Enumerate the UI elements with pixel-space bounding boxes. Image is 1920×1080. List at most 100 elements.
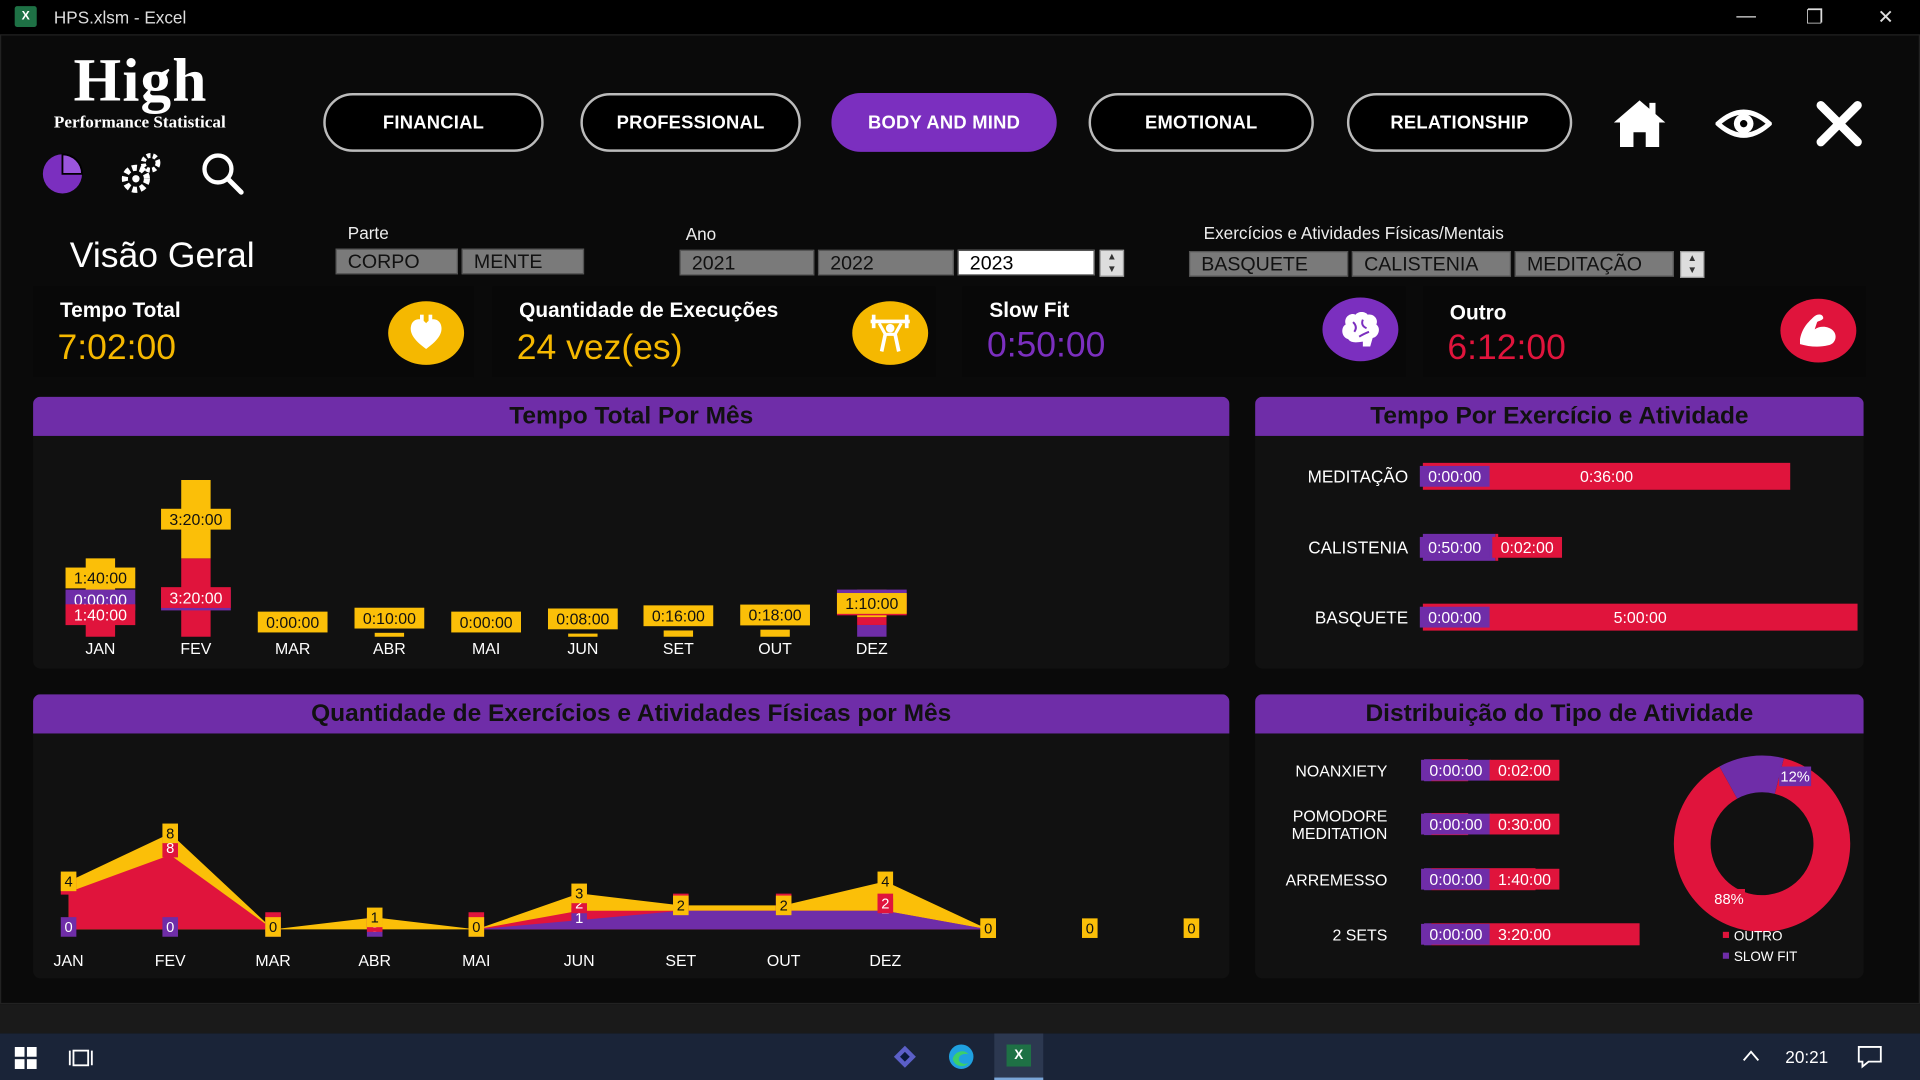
data-label: 0:00:00 [1429, 927, 1482, 944]
data-label: 1:10:00 [845, 596, 898, 613]
slicer-meditacao[interactable]: MEDITAÇÃO [1514, 251, 1674, 277]
y-tick-label: NOANXIETY [1295, 763, 1387, 780]
y-tick-label: 2 SETS [1333, 927, 1388, 944]
kpi-value: 6:12:00 [1447, 328, 1566, 368]
nav-emotional-button[interactable]: EMOTIONAL [1088, 93, 1314, 152]
x-tick-label: OUT [758, 641, 792, 658]
kpi-outro: Outro 6:12:00 [1422, 286, 1867, 378]
data-label: 0:00:00 [460, 615, 513, 632]
home-icon[interactable] [1611, 96, 1667, 152]
close-window-button[interactable]: ✕ [1851, 0, 1920, 34]
minimize-button[interactable]: — [1712, 0, 1781, 34]
clock-time[interactable]: 20:21 [1785, 1047, 1828, 1067]
slicer-ano-2021[interactable]: 2021 [679, 249, 815, 276]
close-icon[interactable] [1811, 96, 1867, 152]
data-label: 3:20:00 [1498, 927, 1551, 944]
panel-distribuicao: Distribuição do Tipo de Atividade NOANXI… [1255, 694, 1864, 979]
x-tick-label: OUT [767, 953, 801, 970]
excel-taskbar-button[interactable]: X [994, 1033, 1044, 1080]
sheet-bottom-bar [0, 1004, 1920, 1034]
kpi-quantidade-execucoes: Quantidade de Execuções 24 vez(es) [492, 286, 936, 378]
parte-label: Parte [347, 222, 389, 243]
x-tick-label: SET [665, 953, 696, 970]
excel-taskbar-icon: X [1006, 1044, 1032, 1067]
data-label: 0 [1086, 921, 1094, 937]
data-label: 0:08:00 [556, 612, 609, 629]
x-tick-label: JAN [54, 953, 84, 970]
y-tick-label: CALISTENIA [1308, 537, 1409, 557]
data-label: 3 [575, 887, 583, 903]
data-label: 0:00:00 [266, 615, 319, 632]
x-tick-label: JUN [564, 953, 595, 970]
bar-segment [760, 629, 790, 637]
tempo-exercicio-chart: MEDITAÇÃO CALISTENIA BASQUETE 0:00:00 0:36:0… [1308, 462, 1858, 631]
notifications-icon[interactable] [1856, 1044, 1883, 1069]
ano-label: Ano [685, 224, 717, 244]
edge-browser-icon[interactable] [948, 1043, 975, 1070]
title-bar: X HPS.xlsm - Excel — ❐ ✕ [0, 0, 1920, 35]
slicer-parte-mente[interactable]: MENTE [461, 248, 585, 275]
data-label: 5:00:00 [1614, 610, 1667, 627]
data-label: 0:00:00 [1429, 872, 1482, 889]
nav-professional-button[interactable]: PROFESSIONAL [580, 93, 801, 152]
distribuicao-chart: NOANXIETY 0:00:00 0:02:00 POMODOREMEDITATIO… [1286, 755, 1851, 964]
bar-segment [568, 633, 598, 637]
nav-relationship-button[interactable]: RELATIONSHIP [1346, 93, 1573, 152]
muscle-icon [1780, 298, 1857, 363]
data-label: 0:00:00 [1428, 610, 1481, 627]
data-label: 4 [64, 875, 72, 891]
window-title: HPS.xlsm - Excel [53, 7, 187, 27]
x-tick-label: ABR [373, 641, 406, 658]
task-view-icon[interactable] [68, 1046, 93, 1070]
data-label: 2 [881, 897, 889, 913]
data-label: 2 [677, 899, 685, 915]
excel-window: X HPS.xlsm - Excel — ❐ ✕ High Performanc… [0, 0, 1920, 1080]
brain-icon [1322, 297, 1399, 362]
nav-body-and-mind-button[interactable]: BODY AND MIND [831, 93, 1057, 152]
y-tick-label: ARREMESSO [1286, 872, 1388, 889]
power-automate-icon[interactable] [891, 1043, 918, 1070]
kpi-title: Outro [1449, 301, 1507, 325]
x-tick-label: JAN [85, 641, 115, 658]
data-label: 0 [984, 921, 992, 937]
x-tick-label: DEZ [869, 953, 901, 970]
page-title: Visão Geral [69, 236, 255, 276]
data-label: 1:40:00 [74, 571, 127, 588]
y-tick-label: BASQUETE [1315, 607, 1408, 627]
ano-scroll-arrows[interactable]: ▲ ▼ [1099, 249, 1125, 277]
data-label: 0:00:00 [1429, 763, 1482, 780]
pie-chart-icon[interactable] [39, 149, 86, 196]
data-label: 1 [371, 911, 379, 927]
windows-start-icon[interactable] [14, 1046, 37, 1069]
legend-swatch [1722, 931, 1729, 938]
data-label: 88% [1714, 892, 1743, 908]
gears-icon[interactable] [118, 149, 165, 196]
data-label: 0:50:00 [1428, 540, 1481, 557]
search-icon[interactable] [198, 149, 245, 196]
data-label: 0:36:00 [1580, 469, 1633, 486]
heart-icon [388, 301, 465, 365]
data-label: 0:00:00 [1428, 469, 1481, 486]
kpi-value: 0:50:00 [986, 325, 1106, 365]
donut-slice [1719, 755, 1784, 800]
slicer-ano-2022[interactable]: 2022 [817, 249, 954, 276]
x-tick-label: FEV [155, 953, 186, 970]
slicer-ano-2023[interactable]: 2023 [957, 249, 1095, 276]
restore-button[interactable]: ❐ [1780, 0, 1849, 34]
slicer-basquete[interactable]: BASQUETE [1188, 251, 1349, 277]
chevron-up-icon[interactable] [1741, 1048, 1761, 1063]
nav-financial-button[interactable]: FINANCIAL [323, 93, 544, 152]
eye-icon[interactable] [1715, 96, 1772, 152]
kpi-title: Tempo Total [60, 298, 181, 323]
exercicios-label: Exercícios e Atividades Físicas/Mentais [1203, 222, 1504, 243]
panel-tempo-total-mes: Tempo Total Por Mês JAN FEV MAR ABR MAI JUN SE… [33, 396, 1230, 669]
weightlifter-icon [852, 301, 929, 365]
data-label: 0 [472, 920, 480, 936]
exercicios-scroll-arrows[interactable]: ▲ ▼ [1680, 251, 1705, 278]
x-tick-label: ABR [358, 953, 391, 970]
slicer-calistenia[interactable]: CALISTENIA [1351, 251, 1512, 277]
legend-label: SLOW FIT [1734, 949, 1798, 964]
slicer-parte-corpo[interactable]: CORPO [335, 248, 458, 275]
kpi-value: 7:02:00 [57, 328, 177, 368]
data-label: 12% [1780, 770, 1809, 786]
